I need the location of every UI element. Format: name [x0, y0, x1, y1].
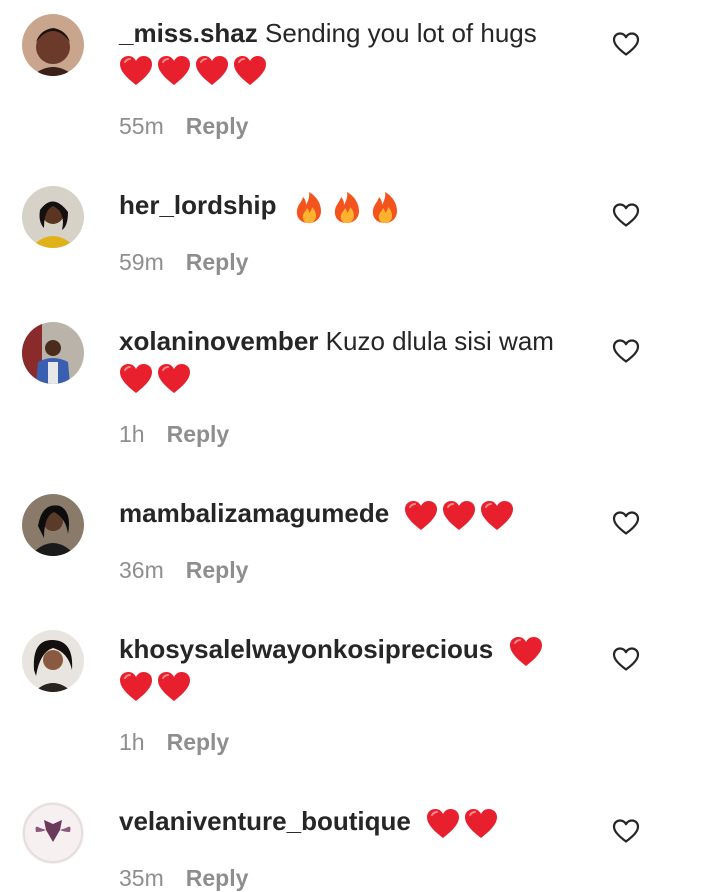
username-link[interactable]: _miss.shaz — [119, 18, 258, 48]
emoji-row — [509, 633, 547, 669]
emoji-line — [119, 667, 195, 704]
timestamp: 1h — [119, 421, 145, 447]
avatar[interactable] — [22, 494, 84, 556]
red-heart-emoji-icon — [426, 807, 460, 841]
red-heart-emoji-icon — [233, 54, 267, 88]
red-heart-emoji-icon — [442, 499, 476, 533]
comment-meta: 59m Reply — [119, 249, 248, 276]
timestamp: 36m — [119, 557, 164, 583]
avatar[interactable] — [22, 322, 84, 384]
comment-text: Kuzo dlula sisi wam — [325, 326, 554, 356]
comment-meta: 36m Reply — [119, 557, 248, 584]
username-link[interactable]: her_lordship — [119, 190, 276, 220]
reply-button[interactable]: Reply — [186, 557, 249, 583]
comment-text-line: khosysalelwayonkosiprecious — [119, 632, 547, 669]
comment-meta: 55m Reply — [119, 113, 248, 140]
comment-text-line: xolaninovember Kuzo dlula sisi wam — [119, 324, 554, 358]
avatar[interactable] — [22, 630, 84, 692]
reply-button[interactable]: Reply — [186, 865, 249, 891]
timestamp: 55m — [119, 113, 164, 139]
comment-text-line: mambalizamagumede — [119, 496, 518, 533]
red-heart-emoji-icon — [119, 670, 153, 704]
red-heart-emoji-icon — [119, 54, 153, 88]
red-heart-emoji-icon — [119, 362, 153, 396]
fire-emoji-icon — [330, 191, 364, 225]
comment-meta: 1h Reply — [119, 729, 229, 756]
emoji-row — [404, 497, 518, 533]
comment-text: Sending you lot of hugs — [264, 18, 537, 48]
emoji-row — [119, 360, 195, 396]
emoji-row — [292, 189, 406, 225]
timestamp: 35m — [119, 865, 164, 891]
red-heart-emoji-icon — [157, 670, 191, 704]
comment-meta: 1h Reply — [119, 421, 229, 448]
red-heart-emoji-icon — [509, 635, 543, 669]
red-heart-emoji-icon — [195, 54, 229, 88]
reply-button[interactable]: Reply — [186, 113, 249, 139]
fire-emoji-icon — [292, 191, 326, 225]
reply-button[interactable]: Reply — [186, 249, 249, 275]
avatar[interactable] — [22, 802, 84, 864]
like-heart-icon[interactable] — [612, 818, 640, 844]
emoji-line — [119, 51, 271, 88]
emoji-row — [426, 805, 502, 841]
emoji-row — [119, 52, 271, 88]
username-link[interactable]: khosysalelwayonkosiprecious — [119, 634, 493, 664]
username-link[interactable]: xolaninovember — [119, 326, 318, 356]
red-heart-emoji-icon — [157, 362, 191, 396]
emoji-row — [119, 668, 195, 704]
comment-text-line: her_lordship — [119, 188, 406, 225]
avatar[interactable] — [22, 186, 84, 248]
like-heart-icon[interactable] — [612, 646, 640, 672]
like-heart-icon[interactable] — [612, 510, 640, 536]
comment-text-line: velaniventure_boutique — [119, 804, 502, 841]
red-heart-emoji-icon — [157, 54, 191, 88]
emoji-line — [119, 359, 195, 396]
fire-emoji-icon — [368, 191, 402, 225]
timestamp: 1h — [119, 729, 145, 755]
like-heart-icon[interactable] — [612, 31, 640, 57]
reply-button[interactable]: Reply — [167, 729, 230, 755]
red-heart-emoji-icon — [404, 499, 438, 533]
reply-button[interactable]: Reply — [167, 421, 230, 447]
like-heart-icon[interactable] — [612, 338, 640, 364]
red-heart-emoji-icon — [464, 807, 498, 841]
comment-meta: 35m Reply — [119, 865, 248, 892]
like-heart-icon[interactable] — [612, 202, 640, 228]
username-link[interactable]: velaniventure_boutique — [119, 806, 411, 836]
comment-text-line: _miss.shaz Sending you lot of hugs — [119, 16, 537, 50]
timestamp: 59m — [119, 249, 164, 275]
avatar[interactable] — [22, 14, 84, 76]
username-link[interactable]: mambalizamagumede — [119, 498, 389, 528]
red-heart-emoji-icon — [480, 499, 514, 533]
